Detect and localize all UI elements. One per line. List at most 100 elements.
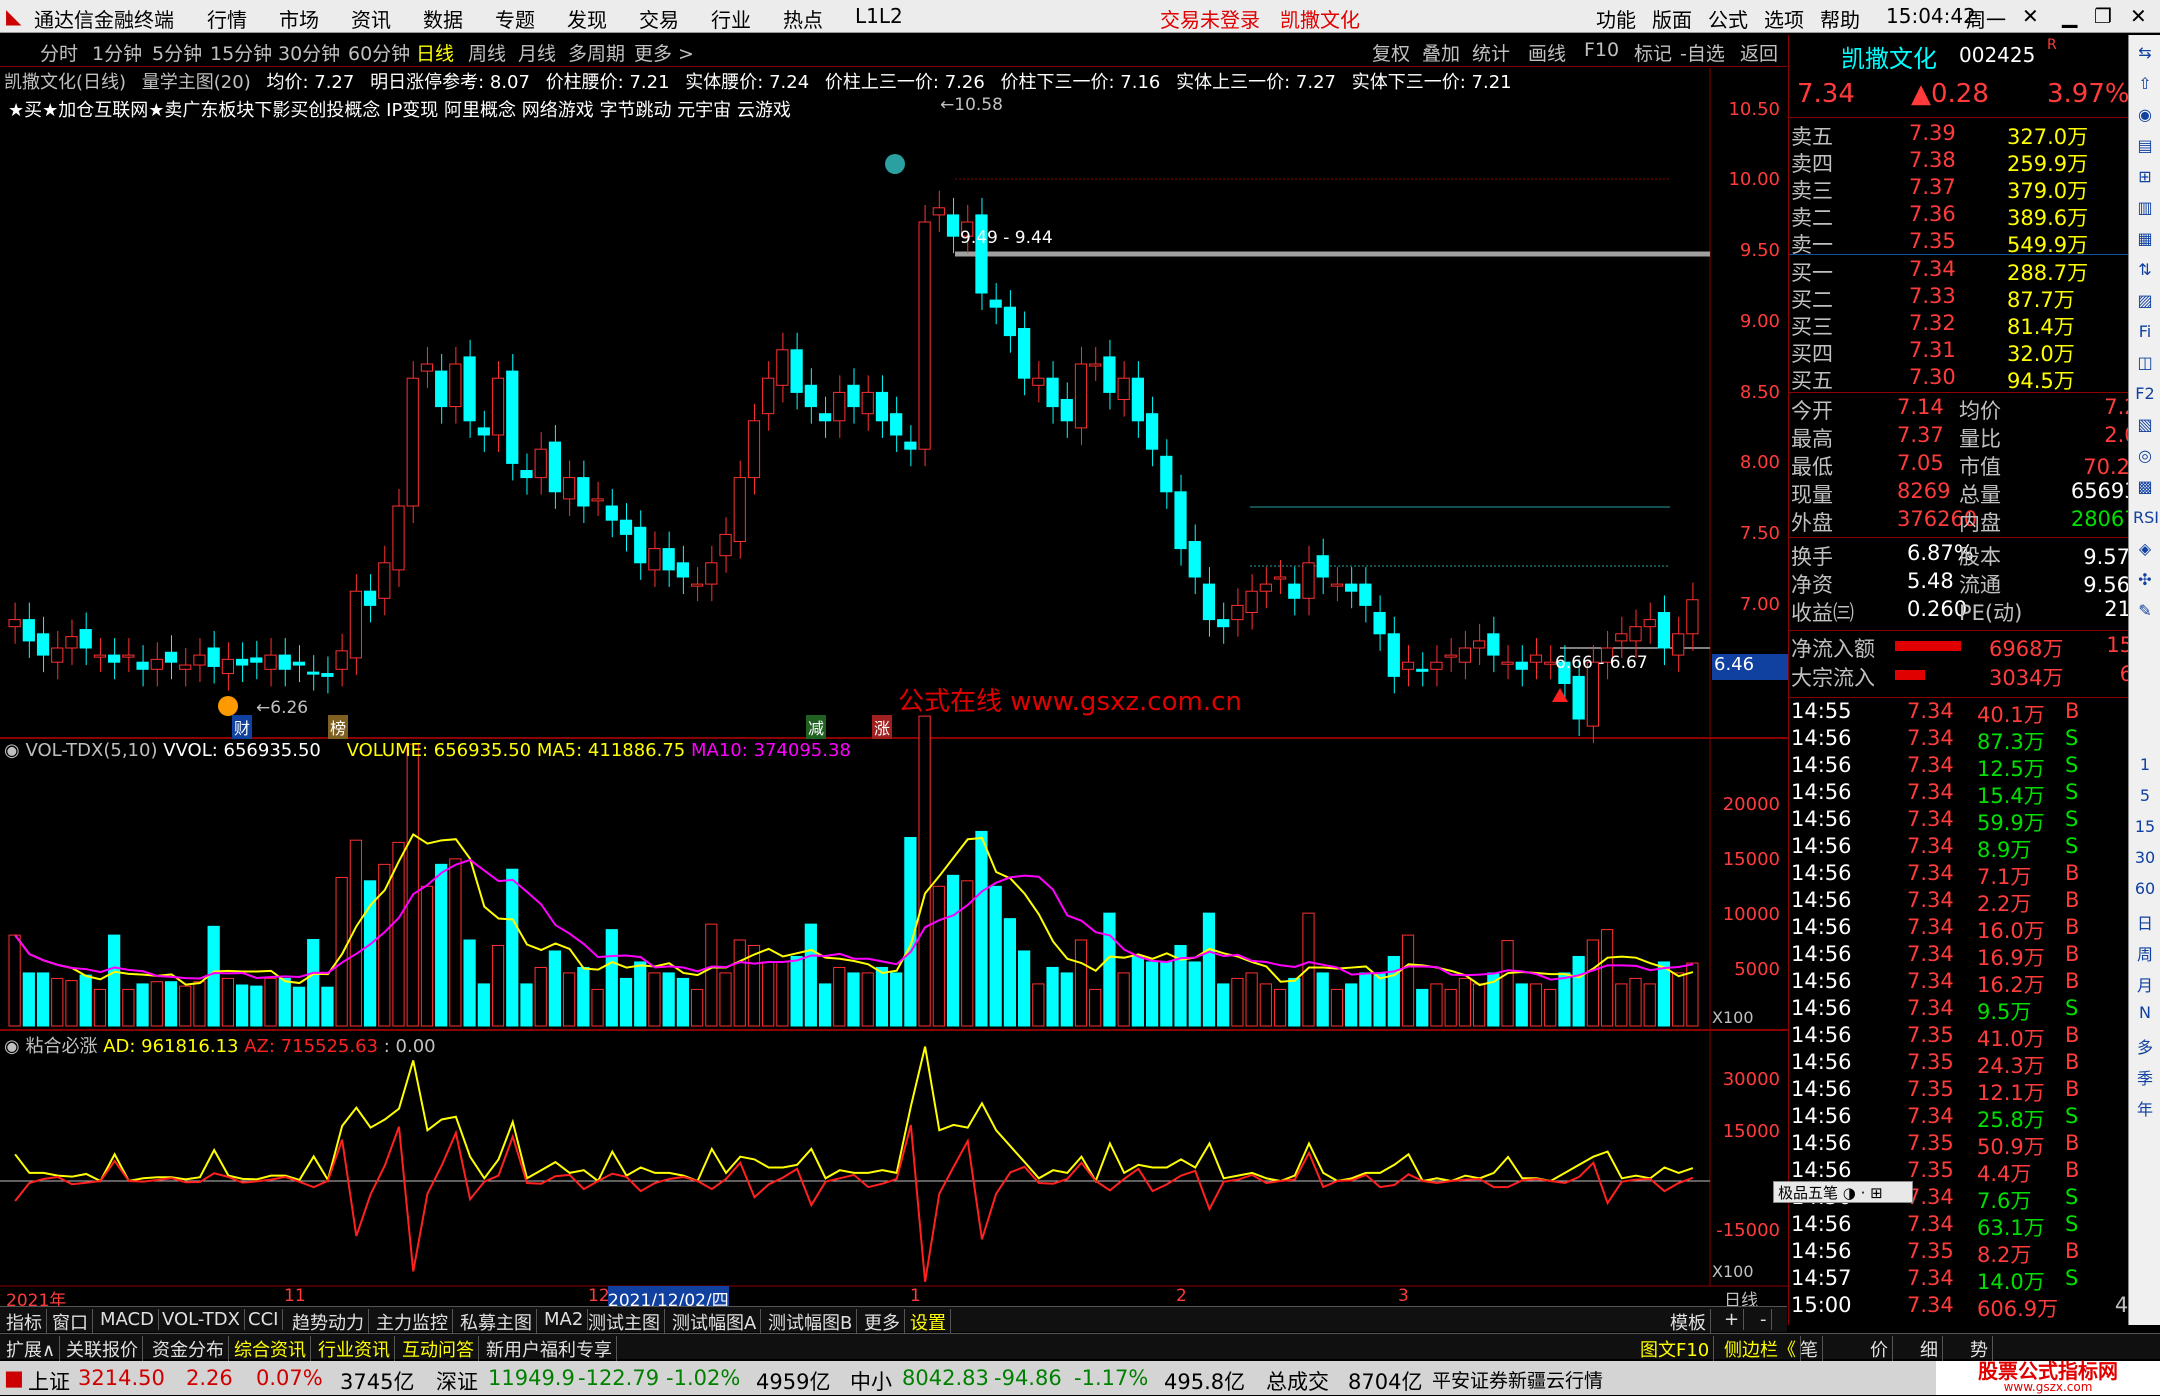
ime-popup[interactable]: 极品五笔 ◑ · ⊞ bbox=[1773, 1181, 1913, 1203]
volume-bar[interactable] bbox=[1558, 972, 1571, 1027]
sidebar-period-button[interactable]: 月 bbox=[2133, 972, 2157, 996]
period-60min[interactable]: 60分钟 bbox=[348, 39, 410, 66]
period-week[interactable]: 周线 bbox=[468, 39, 506, 66]
candle[interactable] bbox=[1473, 640, 1486, 649]
period-intraday[interactable]: 分时 bbox=[40, 39, 78, 66]
candle[interactable] bbox=[463, 356, 476, 422]
sidebar-tool-icon[interactable]: ◎ bbox=[2133, 446, 2157, 470]
candle[interactable] bbox=[690, 583, 704, 587]
volume-bar[interactable] bbox=[307, 939, 320, 1027]
volume-bar[interactable] bbox=[1032, 983, 1045, 1027]
tab-monitor[interactable]: 主力监控 bbox=[372, 1309, 453, 1335]
period-day[interactable]: 日线 bbox=[416, 39, 454, 66]
sidebar-tool-icon[interactable]: ⊞ bbox=[2133, 167, 2157, 191]
menu-news[interactable]: 资讯 bbox=[351, 4, 391, 33]
volume-bar[interactable] bbox=[1074, 939, 1088, 1027]
menu-topic[interactable]: 专题 bbox=[495, 4, 535, 33]
candle[interactable] bbox=[1174, 491, 1187, 550]
candle[interactable] bbox=[932, 207, 945, 216]
volume-bar[interactable] bbox=[548, 950, 562, 1027]
candle[interactable] bbox=[349, 590, 362, 659]
volume-bar[interactable] bbox=[36, 972, 50, 1027]
candle[interactable] bbox=[193, 654, 206, 666]
sidebar-period-button[interactable]: 日 bbox=[2133, 910, 2157, 934]
volume-bar[interactable] bbox=[1416, 988, 1429, 1027]
volume-bar[interactable] bbox=[221, 977, 234, 1027]
volume-bar[interactable] bbox=[1160, 961, 1173, 1027]
volume-bar[interactable] bbox=[1401, 934, 1415, 1027]
sz-name[interactable]: 深证 bbox=[436, 1366, 478, 1396]
close-icon[interactable]: ✕ bbox=[2022, 4, 2039, 28]
candle[interactable] bbox=[406, 377, 419, 507]
volume-bar[interactable] bbox=[790, 955, 803, 1027]
volume-bar[interactable] bbox=[833, 966, 846, 1027]
menu-formula[interactable]: 公式 bbox=[1708, 4, 1748, 33]
sidebar-tool-icon[interactable]: ✣ bbox=[2133, 570, 2157, 594]
volume-bar[interactable] bbox=[449, 858, 462, 1027]
candle[interactable] bbox=[548, 441, 562, 493]
candle[interactable] bbox=[1018, 328, 1031, 379]
tab-macd[interactable]: MACD bbox=[96, 1309, 159, 1330]
volume-bar[interactable] bbox=[1217, 983, 1230, 1027]
sidebar-tool-icon[interactable]: F2 bbox=[2133, 384, 2157, 408]
tab-related[interactable]: 关联报价 bbox=[62, 1336, 143, 1362]
volume-bar[interactable] bbox=[1103, 912, 1116, 1027]
volume-bar[interactable] bbox=[463, 939, 476, 1027]
sidebar-tool-icon[interactable]: ◫ bbox=[2133, 353, 2157, 377]
candle[interactable] bbox=[904, 441, 917, 450]
volume-bar[interactable] bbox=[164, 981, 178, 1027]
sidebar-period-button[interactable]: 周 bbox=[2133, 941, 2157, 965]
volume-bar[interactable] bbox=[890, 972, 903, 1027]
tab-bi[interactable]: 笔 bbox=[1796, 1336, 1823, 1362]
volume-bar[interactable] bbox=[989, 885, 1002, 1027]
candle[interactable] bbox=[648, 548, 661, 571]
candle[interactable] bbox=[875, 391, 889, 422]
candle[interactable] bbox=[989, 299, 1002, 308]
volume-bar[interactable] bbox=[108, 934, 121, 1027]
tab-expand[interactable]: 扩展∧ bbox=[2, 1336, 61, 1362]
volume-bar[interactable] bbox=[605, 929, 618, 1027]
volume-bar[interactable] bbox=[51, 977, 64, 1027]
tab-test-main[interactable]: 测试主图 bbox=[584, 1309, 665, 1335]
candle[interactable] bbox=[250, 657, 263, 663]
volume-bar[interactable] bbox=[1089, 988, 1102, 1027]
volume-bar[interactable] bbox=[1572, 955, 1585, 1027]
sidebar-tool-icon[interactable]: ▤ bbox=[2133, 136, 2157, 160]
tab-indicator[interactable]: 指标 bbox=[2, 1309, 47, 1335]
candle[interactable] bbox=[1359, 583, 1372, 606]
candle[interactable] bbox=[634, 526, 647, 564]
menu-function[interactable]: 功能 bbox=[1596, 4, 1636, 33]
candle[interactable] bbox=[449, 363, 462, 408]
candle[interactable] bbox=[1032, 377, 1045, 386]
volume-bar[interactable] bbox=[1302, 912, 1315, 1027]
candle[interactable] bbox=[1387, 633, 1400, 677]
volume-bar[interactable] bbox=[747, 944, 761, 1027]
candle[interactable] bbox=[1302, 562, 1315, 599]
btn-remove-fav[interactable]: -自选 bbox=[1680, 39, 1725, 66]
candle[interactable] bbox=[392, 505, 405, 571]
candle[interactable] bbox=[662, 548, 675, 571]
sidebar-tool-icon[interactable]: ▩ bbox=[2133, 477, 2157, 501]
candle[interactable] bbox=[946, 214, 960, 237]
candle[interactable] bbox=[719, 533, 732, 557]
tab-cci[interactable]: CCI bbox=[244, 1309, 284, 1330]
login-status[interactable]: 交易未登录 bbox=[1160, 4, 1260, 33]
restore-icon[interactable]: ❐ bbox=[2094, 4, 2112, 28]
candle[interactable] bbox=[890, 413, 903, 436]
btn-restore-rights[interactable]: 复权 bbox=[1372, 39, 1410, 66]
candle[interactable] bbox=[93, 654, 107, 658]
candle[interactable] bbox=[363, 590, 377, 606]
candle[interactable] bbox=[1131, 377, 1144, 422]
volume-bar[interactable] bbox=[1188, 961, 1201, 1027]
candle[interactable] bbox=[676, 562, 689, 578]
volume-bar[interactable] bbox=[1629, 977, 1642, 1027]
marker-bang[interactable]: 榜 bbox=[328, 715, 349, 739]
candle[interactable] bbox=[335, 650, 348, 670]
tab-f10[interactable]: 图文F10 bbox=[1636, 1336, 1715, 1362]
candle[interactable] bbox=[776, 349, 789, 386]
volume-bar[interactable] bbox=[122, 988, 135, 1027]
volume-bar[interactable] bbox=[577, 966, 590, 1027]
volume-bar[interactable] bbox=[179, 985, 192, 1027]
candle[interactable] bbox=[1430, 661, 1443, 670]
candle[interactable] bbox=[235, 658, 249, 666]
